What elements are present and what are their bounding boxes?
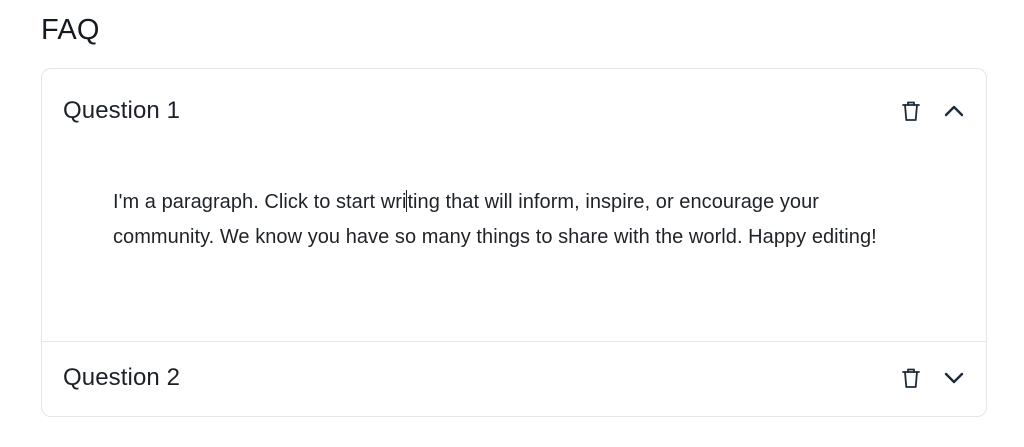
faq-item-1-answer[interactable]: I'm a paragraph. Click to start writing … [113,185,903,255]
faq-item-1-delete-button[interactable] [897,97,925,125]
trash-icon [902,101,920,121]
faq-item-2-question[interactable]: Question 2 [63,364,180,392]
faq-item-1: Question 1 I'm a paragraph. Click to sta… [42,69,986,342]
faq-item-2: Question 2 [42,342,986,416]
faq-item-2-header[interactable]: Question 2 [42,342,986,416]
chevron-down-icon [944,372,964,384]
answer-text-before-caret: I'm a paragraph. Click to start wri [113,191,407,213]
faq-item-1-question[interactable]: Question 1 [63,97,180,125]
faq-item-1-header[interactable]: Question 1 [42,69,986,153]
chevron-up-icon [944,105,964,117]
section-title: FAQ [41,14,100,46]
faq-item-2-delete-button[interactable] [897,364,925,392]
trash-icon [902,368,920,388]
faq-item-1-collapse-button[interactable] [940,97,968,125]
faq-accordion: Question 1 I'm a paragraph. Click to sta… [41,68,987,417]
faq-editor-page: FAQ Question 1 I'm a paragraph. Click to… [0,0,1024,447]
faq-item-2-expand-button[interactable] [940,364,968,392]
